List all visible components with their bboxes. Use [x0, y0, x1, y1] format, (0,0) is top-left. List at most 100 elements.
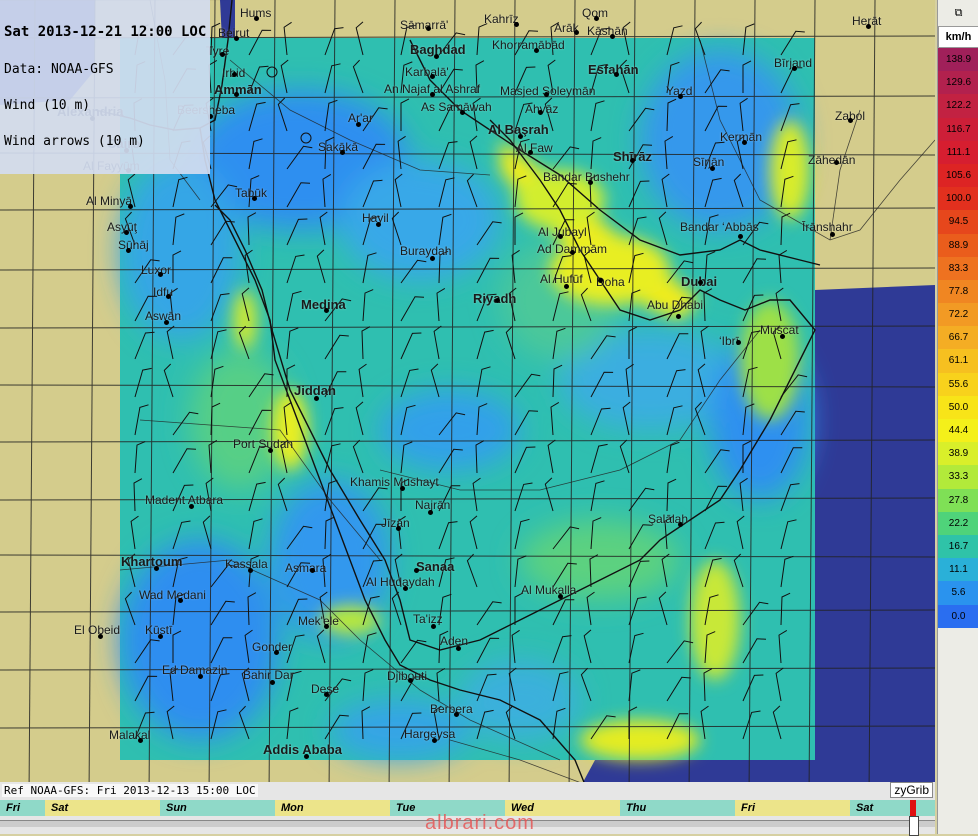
city-label: Al Hudaydah: [366, 575, 435, 589]
city-dot: [248, 568, 253, 573]
city-label: Al Mukalla: [521, 583, 577, 597]
city-label: As Samāwah: [421, 100, 492, 114]
city-dot: [430, 74, 435, 79]
city-dot: [254, 16, 259, 21]
city-label: Hargeysa: [404, 727, 456, 741]
city-dot: [430, 256, 435, 261]
data-source: Data: NOAA-GFS: [4, 62, 114, 77]
legend-swatch: 33.3: [938, 465, 978, 489]
legend-swatch: 16.7: [938, 534, 978, 559]
city-label: Abu Dhabi: [647, 298, 704, 312]
timeline-day[interactable]: Sun: [160, 800, 275, 816]
city-dot: [310, 568, 315, 573]
city-dot: [414, 568, 419, 573]
city-label: Sūhāj: [118, 238, 149, 252]
legend-swatch: 38.9: [938, 442, 978, 466]
city-label: Addis Ababa: [263, 742, 342, 757]
city-dot: [538, 110, 543, 115]
city-label: Gonder: [252, 640, 293, 654]
city-dot: [268, 448, 273, 453]
legend-swatch: 11.1: [938, 558, 978, 582]
legend-swatch: 100.0: [938, 187, 978, 211]
legend-float-icon[interactable]: ⧉: [938, 0, 978, 26]
wind-field: [120, 38, 815, 760]
legend-swatch: 50.0: [938, 395, 978, 419]
city-dot: [514, 22, 519, 27]
city-dot: [544, 92, 549, 97]
city-label: Khamis Mushayt: [350, 475, 439, 489]
city-label: Zāhedān: [808, 153, 856, 167]
legend-swatch: 66.7: [938, 326, 978, 350]
city-dot: [189, 504, 194, 509]
city-dot: [866, 24, 871, 29]
legend-swatch: 77.8: [938, 279, 978, 304]
city-dot: [324, 624, 329, 629]
city-label: Bandar Bushehr: [543, 170, 630, 184]
city-dot: [495, 298, 500, 303]
legend-swatch: 105.6: [938, 163, 978, 188]
city-dot: [432, 738, 437, 743]
city-label: Al Faw: [516, 141, 553, 155]
city-dot: [588, 180, 593, 185]
legend-swatch: 55.6: [938, 372, 978, 396]
city-dot: [220, 52, 225, 57]
city-dot: [780, 334, 785, 339]
city-dot: [454, 712, 459, 717]
city-label: Sakākā: [318, 140, 359, 154]
city-dot: [558, 234, 563, 239]
city-label: Luxor: [141, 263, 172, 277]
app-logo: zyGrib: [890, 782, 933, 798]
city-dot: [324, 692, 329, 697]
city-dot: [570, 250, 575, 255]
city-label: Khartoum: [121, 554, 183, 569]
city-label: Sanaa: [416, 559, 455, 574]
city-dot: [164, 320, 169, 325]
city-label: Aden: [440, 634, 469, 648]
city-dot: [234, 92, 239, 97]
city-label: Najrān: [415, 498, 451, 512]
timeline-day[interactable]: Thu: [620, 800, 735, 816]
city-dot: [158, 272, 163, 277]
city-dot: [408, 678, 413, 683]
color-scale-legend: ⧉ km/h 138.9 129.6 122.2 116.7 111.1 105.6 100…: [937, 0, 978, 834]
legend-swatch: 94.5: [938, 210, 978, 234]
city-dot: [574, 30, 579, 35]
legend-swatch: 22.2: [938, 511, 978, 535]
city-dot: [736, 340, 741, 345]
legend-swatch: 88.9: [938, 233, 978, 257]
city-label: Kassala: [225, 557, 268, 571]
city-dot: [830, 232, 835, 237]
city-label: Aswān: [145, 309, 182, 323]
city-dot: [166, 294, 171, 299]
city-label: Buraydah: [400, 244, 452, 258]
city-dot: [456, 646, 461, 651]
city-dot: [594, 16, 599, 21]
timeline-day[interactable]: Fri: [0, 800, 45, 816]
city-dot: [434, 54, 439, 59]
city-dot: [676, 314, 681, 319]
city-dot: [430, 92, 435, 97]
city-label: Sīrjān: [693, 155, 725, 169]
city-dot: [698, 280, 703, 285]
city-dot: [98, 634, 103, 639]
timeline-day[interactable]: Sat: [850, 800, 935, 816]
city-label: Karbalā': [405, 65, 449, 79]
city-dot: [232, 72, 237, 77]
city-label: Mek'ele: [298, 614, 339, 628]
city-dot: [324, 308, 329, 313]
timeline-day[interactable]: Fri: [735, 800, 850, 816]
city-dot: [234, 36, 239, 41]
legend-swatch: 44.4: [938, 419, 978, 443]
timeline-day[interactable]: Mon: [275, 800, 390, 816]
city-dot: [426, 26, 431, 31]
city-label: Ed Damazin: [162, 663, 228, 677]
city-dot: [274, 650, 279, 655]
city-dot: [252, 196, 257, 201]
timeline-thumb[interactable]: [909, 816, 919, 836]
timeline-day[interactable]: Sat: [45, 800, 160, 816]
legend-swatch: 122.2: [938, 94, 978, 118]
weather-map[interactable]: Sat 2013-12-21 12:00 LOC Data: NOAA-GFS …: [0, 0, 935, 797]
city-label: Al Hufūf: [540, 272, 583, 286]
city-dot: [564, 284, 569, 289]
city-dot: [428, 510, 433, 515]
